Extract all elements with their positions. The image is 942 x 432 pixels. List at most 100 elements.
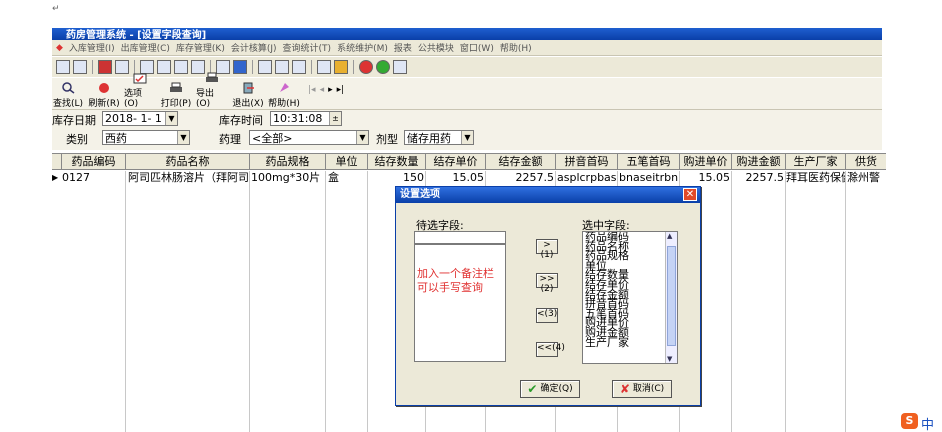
col-header[interactable]: 生产厂家: [786, 154, 846, 170]
cell-buy-price[interactable]: 15.05: [680, 171, 731, 185]
cell-amount[interactable]: 2257.5: [486, 171, 555, 185]
menu-window[interactable]: 窗口(W): [460, 41, 494, 54]
available-field-input[interactable]: [414, 231, 506, 244]
nav-next-icon[interactable]: ▸: [328, 85, 333, 95]
options-label: 选项(O): [124, 89, 143, 109]
col-header[interactable]: 单位: [326, 154, 368, 170]
export-label: 导出(O): [196, 89, 215, 109]
col-header[interactable]: 供货: [846, 154, 886, 170]
time-picker[interactable]: 10:31:08 ±: [270, 111, 342, 126]
remove-all-button[interactable]: <<(4): [536, 342, 565, 357]
close-icon[interactable]: ✕: [683, 188, 697, 201]
refresh-label: 刷新(R): [88, 99, 120, 109]
cell-pinyin[interactable]: asplcrpbas: [557, 171, 617, 185]
scroll-up-icon[interactable]: ▲: [667, 232, 672, 240]
col-header[interactable]: 结存金额: [486, 154, 556, 170]
add-all-button[interactable]: >>(2): [536, 273, 558, 294]
category-select[interactable]: 西药 ▼: [102, 130, 190, 145]
grid-line: [785, 171, 786, 432]
exit-button[interactable]: 退出(X): [232, 82, 264, 109]
available-fields-list[interactable]: 加入一个备注栏 可以手写查询: [414, 244, 506, 362]
col-header[interactable]: 药品编码: [62, 154, 126, 170]
col-header[interactable]: 结存单价: [426, 154, 486, 170]
print-button[interactable]: 打印(P): [160, 82, 192, 109]
chevron-down-icon: ▼: [356, 131, 368, 144]
nav-first-icon[interactable]: |◂: [308, 85, 316, 95]
nav-prev-icon[interactable]: ◂: [320, 85, 325, 95]
selected-fields-list[interactable]: 药品编码 药品名称 药品规格 单位 结存数量 结存单价 结存金额 拼音首码 五笔首码 购进单价 购进…: [582, 231, 678, 364]
scroll-thumb[interactable]: [667, 246, 676, 346]
ime-logo-icon[interactable]: S: [901, 413, 918, 429]
tool-icon[interactable]: [233, 60, 247, 74]
grid-line: [125, 171, 126, 432]
tool-icon[interactable]: [73, 60, 87, 74]
col-header[interactable]: 拼音首码: [556, 154, 618, 170]
cell-supplier[interactable]: 滁州警: [847, 171, 886, 185]
col-header[interactable]: 药品名称: [126, 154, 250, 170]
col-header[interactable]: 购进金额: [732, 154, 786, 170]
tool-icon[interactable]: [258, 60, 272, 74]
action-toolbar: 查找(L) 刷新(R) 选项(O) 打印(P) 导出(O) 退出(X) 帮助(H…: [52, 72, 882, 110]
nav-last-icon[interactable]: ▸|: [337, 85, 345, 95]
selected-field-item[interactable]: 生产厂家: [585, 337, 629, 348]
scroll-down-icon[interactable]: ▼: [667, 355, 672, 363]
tool-icon[interactable]: [98, 60, 112, 74]
tool-icon[interactable]: [334, 60, 348, 74]
ok-button[interactable]: ✔ 确定(Q): [520, 380, 580, 398]
menu-public[interactable]: 公共模块: [418, 41, 454, 54]
cell-buy-amount[interactable]: 2257.5: [732, 171, 785, 185]
date-picker[interactable]: 2018- 1- 1 ▼: [102, 111, 178, 126]
app-title: 药房管理系统 - [设置字段查询]: [66, 30, 207, 40]
cancel-button[interactable]: ✘ 取消(C): [612, 380, 672, 398]
help-button[interactable]: 帮助(H): [268, 82, 300, 109]
cell-price[interactable]: 15.05: [426, 171, 485, 185]
type-select[interactable]: 储存用药 ▼: [404, 130, 474, 145]
export-button[interactable]: 导出(O): [196, 72, 228, 109]
tool-icon[interactable]: [174, 60, 188, 74]
cell-maker[interactable]: 拜耳医药保健: [786, 171, 845, 185]
pharmacy-select[interactable]: <全部> ▼: [249, 130, 369, 145]
cell-unit[interactable]: 盒: [328, 171, 367, 185]
menu-help[interactable]: 帮助(H): [500, 41, 532, 54]
menu-stock[interactable]: 库存管理(K): [176, 41, 225, 54]
menu-inbound[interactable]: 入库管理(I): [69, 41, 115, 54]
stop-icon[interactable]: [359, 60, 373, 74]
tool-icon[interactable]: [317, 60, 331, 74]
category-label: 类别: [66, 133, 88, 146]
go-icon[interactable]: [376, 60, 390, 74]
tool-icon[interactable]: [292, 60, 306, 74]
remove-button[interactable]: <(3): [536, 308, 558, 323]
scrollbar[interactable]: ▲ ▼: [665, 232, 677, 363]
tool-icon[interactable]: [157, 60, 171, 74]
tool-icon[interactable]: [275, 60, 289, 74]
cell-spec[interactable]: 100mg*30片: [251, 171, 325, 185]
col-header[interactable]: 购进单价: [680, 154, 732, 170]
menu-accounting[interactable]: 会计核算(J): [231, 41, 277, 54]
tool-icon[interactable]: [393, 60, 407, 74]
options-button[interactable]: 选项(O): [124, 72, 156, 109]
refresh-icon: [99, 83, 109, 93]
cell-name[interactable]: 阿司匹林肠溶片（拜阿司: [128, 171, 249, 185]
menu-system[interactable]: 系统维护(M): [337, 41, 388, 54]
search-button[interactable]: 查找(L): [52, 82, 84, 109]
type-label: 剂型: [376, 133, 398, 146]
menu-outbound[interactable]: 出库管理(C): [121, 41, 170, 54]
menu-query[interactable]: 查询统计(T): [283, 41, 332, 54]
current-row-icon: ▶: [52, 173, 59, 182]
col-header[interactable]: 结存数量: [368, 154, 426, 170]
col-header[interactable]: 药品规格: [250, 154, 326, 170]
refresh-button[interactable]: 刷新(R): [88, 82, 120, 109]
help-label: 帮助(H): [268, 99, 300, 109]
tool-icon[interactable]: [56, 60, 70, 74]
cell-qty[interactable]: 150: [368, 171, 424, 185]
type-value: 储存用药: [407, 131, 451, 145]
col-header[interactable]: 五笔首码: [618, 154, 680, 170]
chevron-down-icon: ▼: [165, 112, 177, 125]
cell-code[interactable]: 0127: [62, 171, 125, 185]
add-button[interactable]: >(1): [536, 239, 558, 260]
cell-wubi[interactable]: bnaseitrbn: [619, 171, 679, 185]
menu-report[interactable]: 报表: [394, 41, 412, 54]
print-label: 打印(P): [160, 99, 192, 109]
ime-mode[interactable]: 中: [921, 414, 934, 432]
options-icon: [133, 73, 147, 84]
